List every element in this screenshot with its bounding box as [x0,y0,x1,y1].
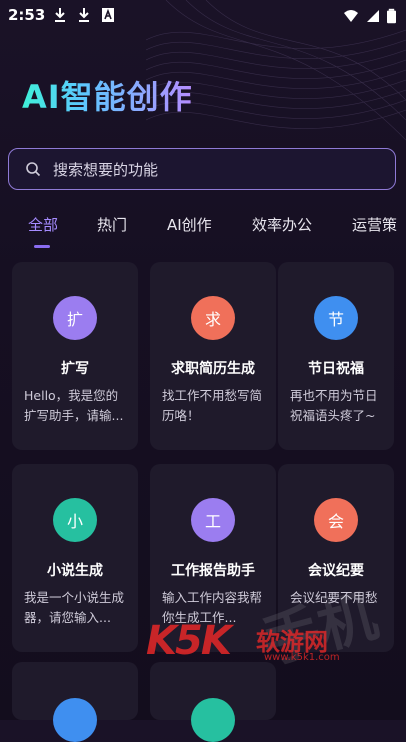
status-bar: 2:53 [0,0,406,32]
search-input[interactable]: 搜索想要的功能 [8,148,396,190]
tab-office[interactable]: 效率办公 [252,214,312,235]
search-icon [26,162,41,177]
card-badge: 工 [191,498,235,542]
card-description: 输入工作内容我帮你生成工作... [162,590,263,625]
card-badge: 节 [314,296,358,340]
card-description: 会议纪要不用愁 [290,590,378,605]
card-badge: 会 [314,498,358,542]
card-badge [53,698,97,742]
feature-card-novel[interactable]: 小 小说生成 我是一个小说生成器，请您输入... [12,464,138,652]
feature-card-partial[interactable] [12,662,138,742]
card-badge: 求 [191,296,235,340]
feature-card-expand[interactable]: 扩 扩写 Hello，我是您的扩写助手，请输... [12,262,138,450]
active-tab-indicator [34,245,50,248]
app-title: AI智能创作 [22,72,193,118]
category-tabs: 全部 热门 AI创作 效率办公 运营策 [0,210,406,250]
search-placeholder: 搜索想要的功能 [53,160,159,179]
feature-card-partial[interactable] [150,662,276,742]
card-title: 小说生成 [47,563,103,579]
card-title: 会议纪要 [308,563,364,579]
feature-card-work-report[interactable]: 工 工作报告助手 输入工作内容我帮你生成工作... [150,464,276,652]
feature-card-resume[interactable]: 求 求职简历生成 找工作不用愁写简历咯！ [150,262,276,450]
card-badge: 小 [53,498,97,542]
tab-operations[interactable]: 运营策 [352,214,397,235]
card-title: 节日祝福 [308,361,364,377]
tab-ai-creation[interactable]: AI创作 [167,214,212,235]
status-time: 2:53 [8,6,46,24]
download-icon [79,8,89,22]
app-a-icon [102,8,114,22]
wifi-icon [344,10,358,22]
status-icons-left [52,6,116,24]
battery-icon [387,8,396,24]
card-description: 我是一个小说生成器，请您输入... [24,590,125,625]
card-title: 工作报告助手 [171,563,255,579]
download-icon [55,8,65,22]
signal-icon [367,10,379,22]
feature-card-meeting[interactable]: 会 会议纪要 会议纪要不用愁 [278,464,394,652]
card-title: 扩写 [61,361,89,377]
card-badge: 扩 [53,296,97,340]
feature-card-festival[interactable]: 节 节日祝福 再也不用为节日祝福语头疼了~ [278,262,394,450]
card-description: 找工作不用愁写简历咯！ [162,388,263,423]
card-badge [191,698,235,742]
card-title: 求职简历生成 [171,361,255,377]
status-icons-right [343,7,396,25]
card-description: Hello，我是您的扩写助手，请输... [24,388,124,423]
tab-all[interactable]: 全部 [28,214,58,235]
card-description: 再也不用为节日祝福语头疼了~ [290,388,378,423]
tab-hot[interactable]: 热门 [97,214,127,235]
watermark-url: www.k5k1.com [264,652,340,663]
